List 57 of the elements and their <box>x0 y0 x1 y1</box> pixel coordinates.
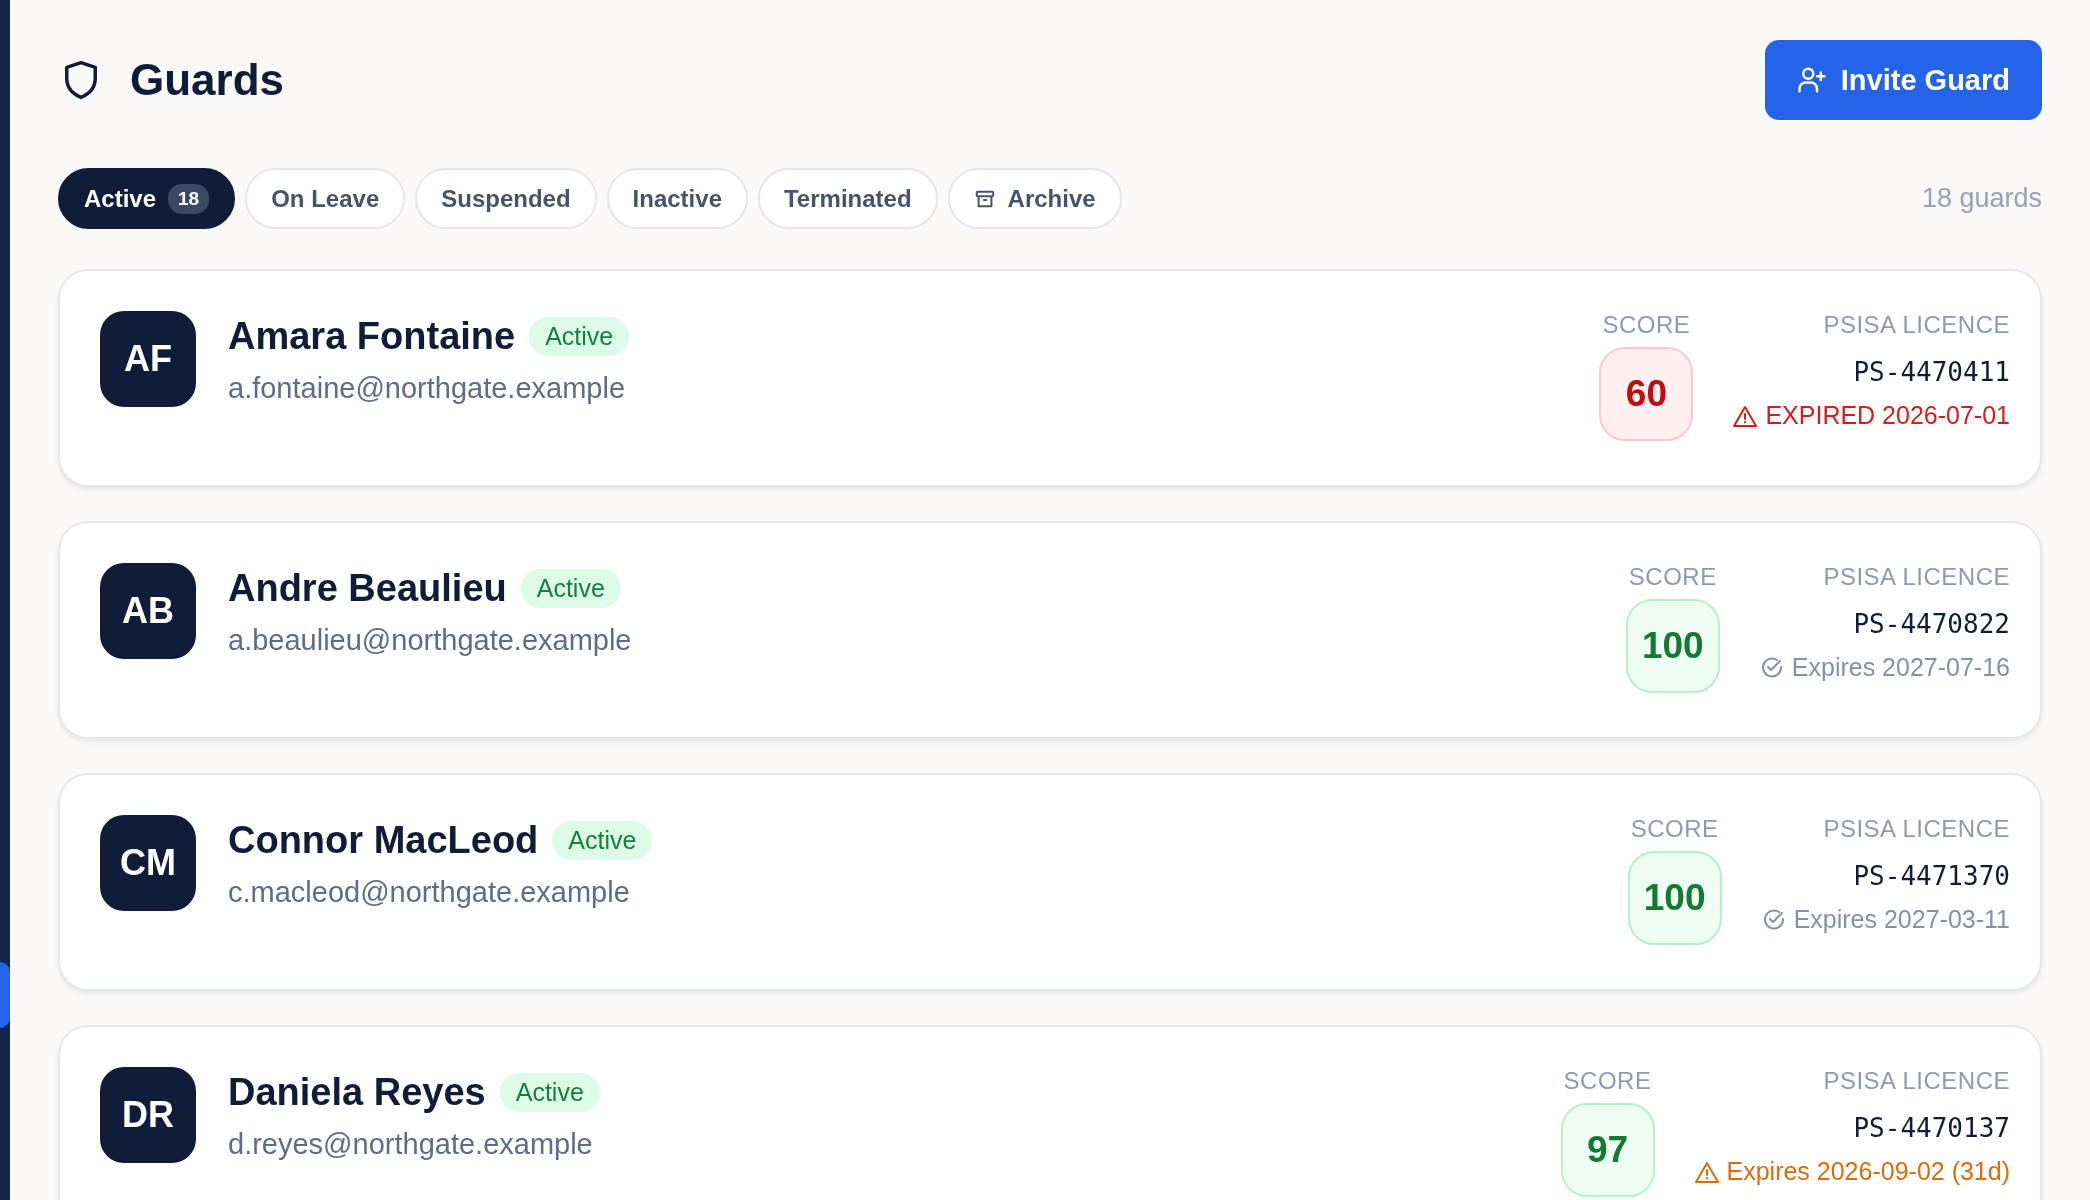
licence-number: PS-4470822 <box>1853 609 2010 639</box>
licence-expiry: Expires 2026-09-02 (31d) <box>1726 1157 2010 1186</box>
warning-icon <box>1733 404 1758 427</box>
score-label: SCORE <box>1628 563 1717 591</box>
score-label: SCORE <box>1563 1067 1652 1095</box>
guard-card[interactable]: AF Amara Fontaine Active a.fontaine@northgate.example SCORE 60 PSISA LICENCE PS-4470411 EXPIRED 2026-07-01 <box>58 269 2042 487</box>
status-badge: Active <box>520 569 621 608</box>
score-badge: 60 <box>1599 347 1694 441</box>
guard-email: a.fontaine@northgate.example <box>228 372 627 405</box>
score-label: SCORE <box>1630 815 1719 843</box>
sidebar-handle[interactable] <box>0 962 10 1028</box>
guard-card[interactable]: CM Connor MacLeod Active c.macleod@northgate.example SCORE 100 PSISA LICENCE PS-4471370 Expires 2027-03-11 <box>58 773 2042 991</box>
licence-expiry: Expires 2027-07-16 <box>1791 653 2010 682</box>
avatar-initials: DR <box>100 1067 196 1163</box>
avatar-initials: AF <box>100 311 196 407</box>
status-badge: Active <box>499 1073 600 1112</box>
filter-tab[interactable]: Active 18 <box>58 168 236 229</box>
score-label: SCORE <box>1602 311 1691 339</box>
guard-email: a.beaulieu@northgate.example <box>228 624 633 657</box>
licence-label: PSISA LICENCE <box>1823 1067 2010 1095</box>
count-badge: 18 <box>168 183 210 214</box>
licence-number: PS-4470411 <box>1853 357 2010 387</box>
status-badge: Active <box>529 317 630 356</box>
licence-number: PS-4470137 <box>1853 1113 2010 1143</box>
guard-name: Andre Beaulieu <box>228 567 507 610</box>
avatar-initials: CM <box>100 815 196 911</box>
guard-name: Connor MacLeod <box>228 819 539 862</box>
avatar-initials: AB <box>100 563 196 659</box>
guard-card[interactable]: AB Andre Beaulieu Active a.beaulieu@northgate.example SCORE 100 PSISA LICENCE PS-4470822 Expires 2027-07-16 <box>58 521 2042 739</box>
guard-count: 18 guards <box>1921 183 2042 214</box>
invite-guard-button[interactable]: Invite Guard <box>1764 40 2042 120</box>
guard-email: d.reyes@northgate.example <box>228 1128 594 1161</box>
check-circle-icon <box>1759 655 1784 680</box>
filter-tab[interactable]: Archive <box>947 168 1122 229</box>
filter-tab[interactable]: Suspended <box>415 168 597 229</box>
guard-card[interactable]: DR Daniela Reyes Active d.reyes@northgate.example SCORE 97 PSISA LICENCE PS-4470137 Expires 2026-09-02 (31d) <box>58 1025 2042 1200</box>
page-title: Guards <box>130 55 285 105</box>
licence-number: PS-4471370 <box>1853 861 2010 891</box>
filter-tab[interactable]: On Leave <box>245 168 406 229</box>
shield-icon <box>62 59 100 101</box>
licence-label: PSISA LICENCE <box>1823 563 2010 591</box>
score-badge: 100 <box>1625 599 1720 693</box>
status-badge: Active <box>552 821 653 860</box>
user-plus-icon <box>1796 65 1827 95</box>
licence-expiry: EXPIRED 2026-07-01 <box>1765 401 2010 430</box>
score-badge: 100 <box>1627 851 1722 945</box>
check-circle-icon <box>1761 907 1786 932</box>
licence-label: PSISA LICENCE <box>1823 311 2010 339</box>
guard-name: Amara Fontaine <box>228 315 516 358</box>
guard-email: c.macleod@northgate.example <box>228 876 631 909</box>
licence-label: PSISA LICENCE <box>1823 815 2010 843</box>
score-badge: 97 <box>1560 1103 1655 1197</box>
licence-expiry: Expires 2027-03-11 <box>1793 905 2010 934</box>
filter-tab[interactable]: Terminated <box>758 168 938 229</box>
guard-name: Daniela Reyes <box>228 1071 486 1114</box>
filter-tab[interactable]: Inactive <box>606 168 748 229</box>
warning-icon <box>1694 1160 1719 1183</box>
